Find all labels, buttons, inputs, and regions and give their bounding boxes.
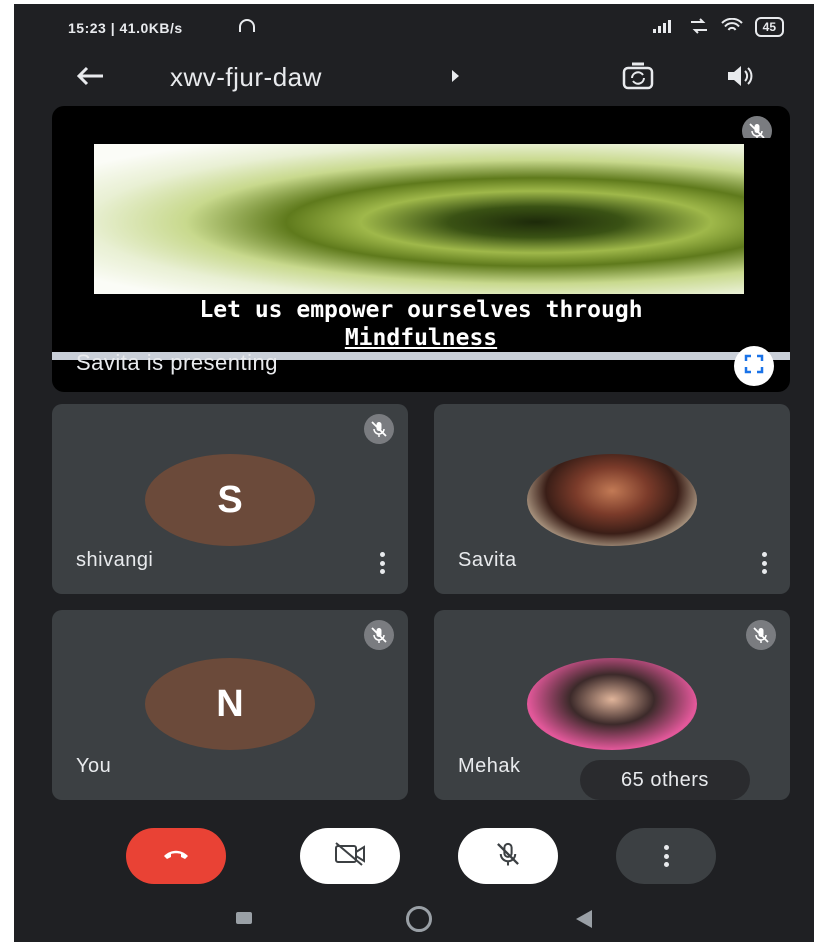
end-call-button[interactable] [126, 828, 226, 884]
fullscreen-icon [744, 354, 764, 379]
slide-caption-line1: Let us empower ourselves through [199, 297, 643, 323]
back-button[interactable] [70, 60, 110, 96]
participant-name: You [76, 755, 112, 777]
shared-slide: Let us empower ourselves through Mindful… [52, 138, 790, 360]
participant-name: Mehak [458, 755, 521, 777]
back-arrow-icon [75, 65, 105, 92]
back-nav-button[interactable] [576, 910, 592, 928]
fullscreen-button[interactable] [734, 346, 774, 386]
presentation-tile[interactable]: Let us empower ourselves through Mindful… [52, 106, 790, 392]
participant-tile-shivangi[interactable]: S shivangi [52, 404, 408, 594]
more-vert-icon [662, 845, 670, 867]
mic-off-icon [746, 620, 776, 650]
switch-camera-icon [622, 62, 654, 95]
avatar-photo [527, 658, 697, 750]
more-options-icon[interactable] [760, 552, 768, 574]
more-options-icon[interactable] [378, 552, 386, 574]
battery-indicator: 45 [754, 17, 784, 37]
presenting-label: Savita is presenting [76, 350, 278, 375]
status-icons: 45 [652, 17, 784, 37]
expand-caret-icon[interactable] [452, 70, 459, 82]
wifi-icon [720, 17, 743, 37]
camera-off-icon [333, 841, 367, 872]
status-bar: 15:23 | 41.0KB/s 45 [14, 4, 814, 52]
participant-tile-you[interactable]: N You [52, 610, 408, 800]
mic-off-icon [364, 620, 394, 650]
camera-toggle-button[interactable] [300, 828, 400, 884]
headphones-icon [238, 18, 256, 37]
avatar-photo [527, 454, 697, 546]
participant-name: Savita [458, 549, 517, 571]
data-saver-icon [689, 17, 709, 37]
phone-hangup-icon [162, 847, 190, 866]
avatar: S [145, 454, 315, 546]
meeting-code[interactable]: xwv-fjur-daw [170, 62, 322, 93]
mic-off-icon [495, 841, 521, 872]
more-options-button[interactable] [616, 828, 716, 884]
android-nav-bar [14, 896, 814, 942]
mic-toggle-button[interactable] [458, 828, 558, 884]
slide-caption: Let us empower ourselves through Mindful… [52, 296, 790, 352]
home-nav-button[interactable] [406, 906, 432, 932]
others-chip[interactable]: 65 others [580, 760, 750, 800]
meeting-header: xwv-fjur-daw [14, 52, 814, 104]
call-controls [14, 816, 814, 896]
signal-icon [652, 19, 677, 36]
speaker-button[interactable] [720, 60, 760, 96]
meet-screen: 15:23 | 41.0KB/s 45 xwv-fjur-daw Let us … [14, 4, 814, 942]
switch-camera-button[interactable] [618, 58, 658, 98]
speaker-icon [725, 64, 755, 93]
participant-tile-savita[interactable]: Savita [434, 404, 790, 594]
slide-caption-line2: Mindfulness [344, 325, 498, 351]
mic-off-icon [364, 414, 394, 444]
participant-name: shivangi [76, 549, 154, 571]
status-time: 15:23 | 41.0KB/s [68, 20, 183, 36]
avatar: N [145, 658, 315, 750]
recents-nav-button[interactable] [236, 912, 252, 924]
water-ripple-image [94, 144, 744, 294]
